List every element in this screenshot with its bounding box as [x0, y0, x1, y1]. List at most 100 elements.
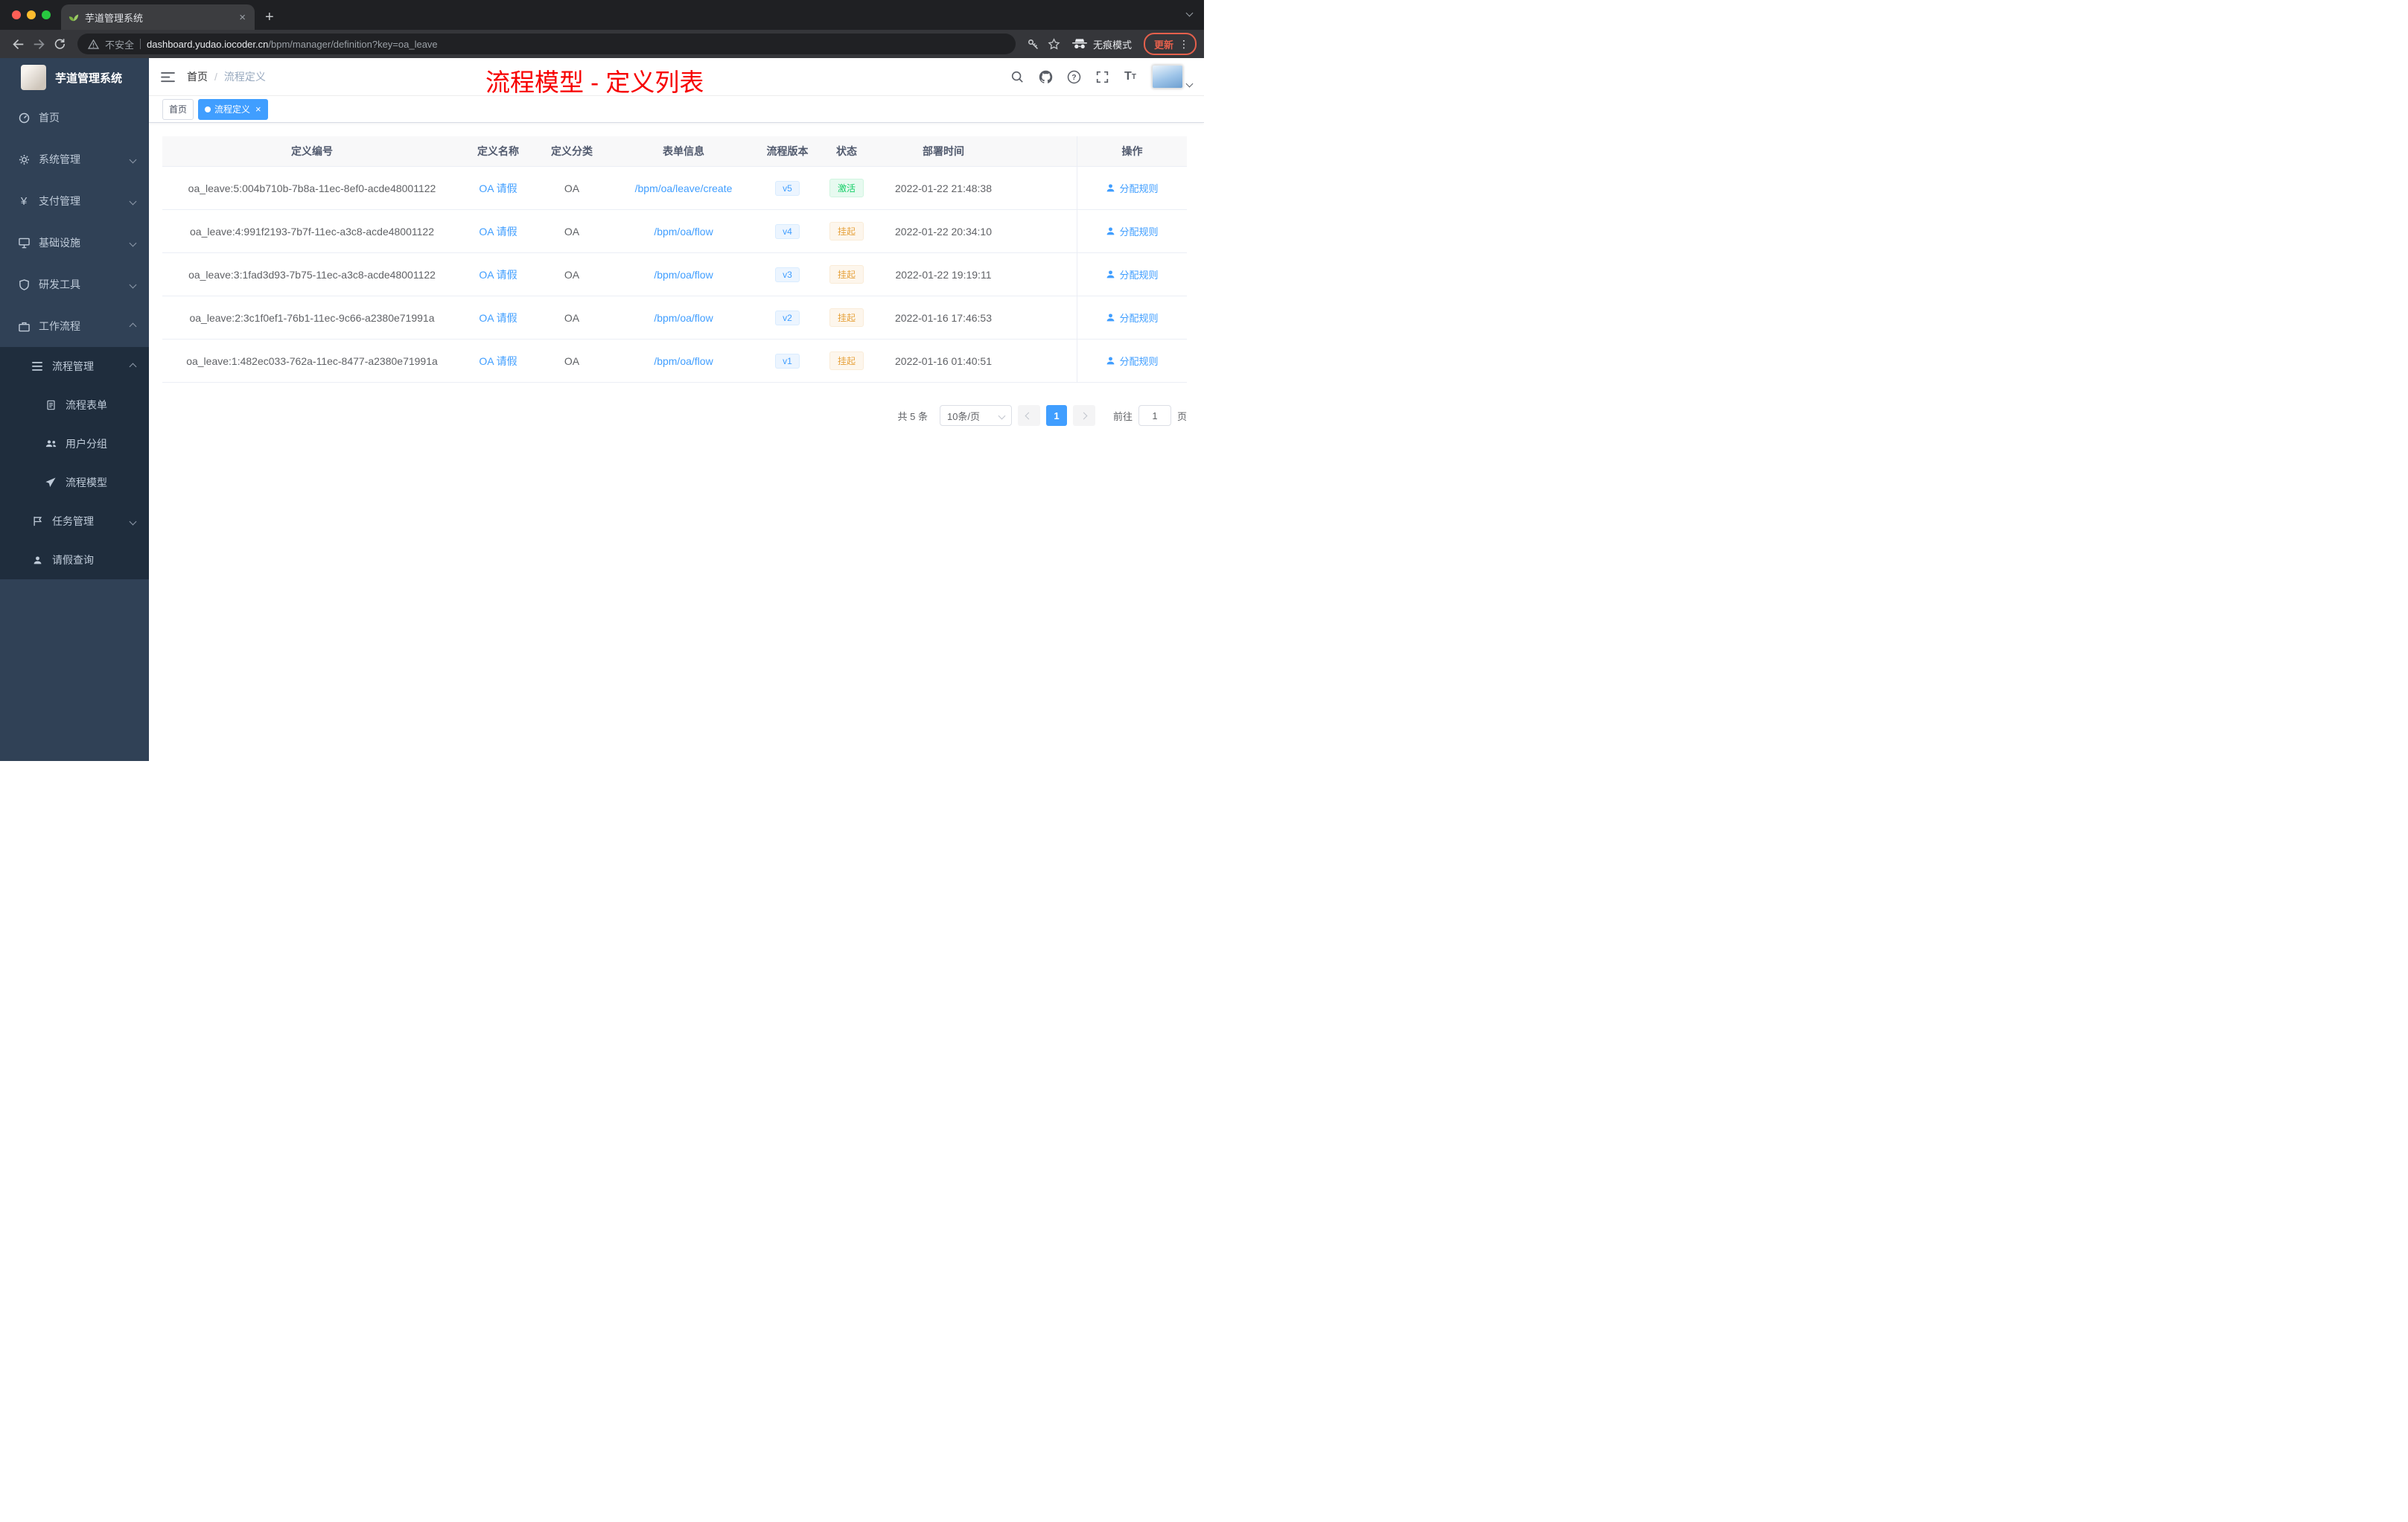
assign-rule-link[interactable]: 分配规则: [1106, 224, 1159, 238]
address-bar[interactable]: 不安全 dashboard.yudao.iocoder.cn/bpm/manag…: [77, 34, 1016, 54]
sidebar-item-process-form[interactable]: 流程表单: [0, 386, 149, 424]
prev-page-button[interactable]: [1017, 405, 1040, 426]
sidebar-toggle-icon[interactable]: [161, 71, 175, 83]
page-size-select[interactable]: 10条/页: [939, 405, 1012, 426]
assign-rule-link[interactable]: 分配规则: [1106, 354, 1159, 368]
assign-rule-link[interactable]: 分配规则: [1106, 181, 1159, 195]
sidebar-item-system[interactable]: 系统管理: [0, 138, 149, 180]
github-icon[interactable]: [1036, 67, 1055, 86]
assign-rule-link[interactable]: 分配规则: [1106, 311, 1159, 325]
sidebar-item-workflow[interactable]: 工作流程: [0, 305, 149, 347]
sidebar-item-infrastructure[interactable]: 基础设施: [0, 222, 149, 264]
definition-name-link[interactable]: OA 请假: [479, 181, 517, 196]
current-page-button[interactable]: 1: [1045, 405, 1067, 426]
gear-icon: [16, 154, 31, 165]
definition-id: oa_leave:1:482ec033-762a-11ec-8477-a2380…: [186, 354, 438, 367]
workflow-icon: [16, 321, 31, 332]
pagination-total: 共 5 条: [897, 410, 928, 422]
header-actions: ? TT: [1007, 65, 1194, 89]
breadcrumb: 首页 / 流程定义: [187, 69, 266, 84]
user-menu[interactable]: [1152, 65, 1194, 89]
back-button[interactable]: [7, 34, 28, 54]
definition-category: OA: [564, 268, 580, 281]
help-icon[interactable]: ?: [1064, 67, 1083, 86]
sidebar-item-label: 任务管理: [52, 515, 94, 527]
sidebar-item-leave-query[interactable]: 请假查询: [0, 541, 149, 579]
page-unit-label: 页: [1176, 410, 1187, 422]
password-key-icon[interactable]: [1023, 34, 1044, 54]
goto-page-input[interactable]: [1138, 405, 1171, 426]
browser-tab[interactable]: 芋道管理系统 ×: [61, 4, 255, 30]
security-label: 不安全: [105, 39, 135, 51]
sidebar-item-process-model[interactable]: 流程模型: [0, 463, 149, 502]
definition-name-link[interactable]: OA 请假: [479, 354, 517, 369]
sidebar-item-task-manage[interactable]: 任务管理: [0, 502, 149, 541]
pagination: 共 5 条 10条/页 1 前往 页: [162, 405, 1187, 426]
font-size-icon[interactable]: TT: [1121, 67, 1140, 86]
forward-button[interactable]: [28, 34, 49, 54]
window-close-button[interactable]: [12, 10, 21, 19]
breadcrumb-home[interactable]: 首页: [187, 69, 208, 84]
workflow-submenu: 流程管理 流程表单 用户分组 流程模型 任务管理 请假查询: [0, 347, 149, 579]
fullscreen-icon[interactable]: [1092, 67, 1112, 86]
col-header-name: 定义名称: [477, 145, 519, 157]
sidebar-item-label: 工作流程: [39, 320, 80, 332]
bookmark-star-icon[interactable]: [1044, 34, 1065, 54]
search-icon[interactable]: [1007, 67, 1027, 86]
sidebar-item-payment[interactable]: ¥ 支付管理: [0, 180, 149, 222]
sidebar-item-home[interactable]: 首页: [0, 97, 149, 138]
form-link[interactable]: /bpm/oa/flow: [654, 355, 713, 367]
avatar[interactable]: [1152, 65, 1183, 89]
sidebar-item-label: 研发工具: [39, 278, 80, 290]
deploy-time: 2022-01-16 01:40:51: [895, 354, 992, 367]
page-annotation: 流程模型 - 定义列表: [485, 69, 704, 96]
table-header-row: 定义编号 定义名称 定义分类 表单信息 流程版本 状态 部署时间 操作: [162, 136, 1187, 167]
chevron-up-icon: [129, 322, 137, 330]
chevron-up-icon: [129, 363, 137, 370]
window-minimize-button[interactable]: [27, 10, 36, 19]
browser-menu-icon[interactable]: ⋮: [1179, 39, 1189, 49]
form-link[interactable]: /bpm/oa/flow: [654, 312, 713, 324]
window-zoom-button[interactable]: [42, 10, 51, 19]
reload-button[interactable]: [49, 34, 70, 54]
definition-name-link[interactable]: OA 请假: [479, 311, 517, 325]
next-page-button[interactable]: [1072, 405, 1095, 426]
form-link[interactable]: /bpm/oa/flow: [654, 269, 713, 281]
tab-close-icon[interactable]: ×: [238, 11, 247, 24]
table-row: oa_leave:2:3c1f0ef1-76b1-11ec-9c66-a2380…: [162, 296, 1187, 340]
sidebar-item-process-manage[interactable]: 流程管理: [0, 347, 149, 386]
browser-toolbar: 不安全 dashboard.yudao.iocoder.cn/bpm/manag…: [0, 30, 1204, 58]
tag-close-icon[interactable]: ×: [254, 104, 261, 114]
page-url: dashboard.yudao.iocoder.cn/bpm/manager/d…: [147, 38, 438, 50]
deploy-time: 2022-01-22 20:34:10: [895, 225, 992, 238]
assign-rule-link[interactable]: 分配规则: [1106, 267, 1159, 281]
sidebar-item-devtools[interactable]: 研发工具: [0, 264, 149, 305]
sidebar-item-label: 流程表单: [66, 399, 107, 411]
browser-update-button[interactable]: 更新 ⋮: [1143, 33, 1197, 55]
tab-search-icon[interactable]: [1185, 6, 1194, 19]
user-icon: [1107, 227, 1115, 235]
definition-name-link[interactable]: OA 请假: [479, 224, 517, 239]
payment-icon: ¥: [20, 194, 28, 208]
sidebar-item-label: 首页: [39, 112, 60, 124]
infrastructure-icon: [16, 238, 31, 249]
status-badge: 挂起: [829, 308, 864, 327]
sidebar-item-user-group[interactable]: 用户分组: [0, 424, 149, 463]
sidebar-item-label: 用户分组: [66, 438, 107, 450]
form-link[interactable]: /bpm/oa/leave/create: [635, 182, 733, 194]
definition-name-link[interactable]: OA 请假: [479, 267, 517, 282]
devtools-icon: [16, 278, 31, 290]
sidebar-item-label: 支付管理: [39, 195, 80, 207]
version-badge: v1: [775, 353, 800, 369]
new-tab-button[interactable]: +: [265, 10, 274, 25]
tag-process-definition[interactable]: 流程定义 ×: [198, 98, 268, 120]
deploy-time: 2022-01-22 19:19:11: [895, 268, 992, 281]
form-link[interactable]: /bpm/oa/flow: [654, 226, 713, 238]
col-header-status: 状态: [836, 145, 857, 157]
tags-bar: 首页 流程定义 ×: [149, 96, 1204, 123]
col-header-filler: [1010, 136, 1077, 166]
window-controls: [0, 10, 61, 19]
version-badge: v5: [775, 180, 800, 196]
tag-home[interactable]: 首页: [162, 98, 194, 120]
col-header-category: 定义分类: [551, 145, 593, 157]
